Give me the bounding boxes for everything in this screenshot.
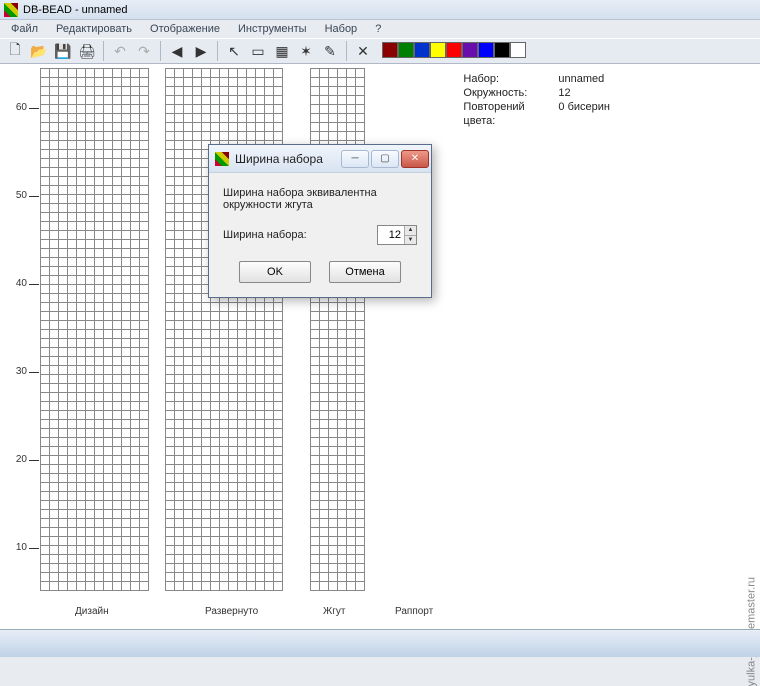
- info-panel: Набор:unnamed Окружность:12 Повторений ц…: [463, 72, 610, 128]
- spin-down-icon[interactable]: ▼: [404, 236, 416, 245]
- dialog-field-label: Ширина набора:: [223, 229, 377, 241]
- palette-swatch-3[interactable]: [430, 42, 446, 58]
- label-design: Дизайн: [75, 606, 109, 617]
- ruler-mark: 20: [16, 454, 27, 465]
- undo-icon: ↶: [109, 40, 131, 62]
- menu-view[interactable]: Отображение: [142, 21, 228, 37]
- separator: [103, 41, 104, 61]
- app-title: DB-BEAD - unnamed: [23, 4, 128, 16]
- clear-icon[interactable]: ✕: [352, 40, 374, 62]
- fill-icon[interactable]: ▦: [271, 40, 293, 62]
- label-expanded: Развернуто: [205, 606, 258, 617]
- dialog-titlebar[interactable]: Ширина набора ─ ▢ ✕: [209, 145, 431, 173]
- separator: [160, 41, 161, 61]
- label-rope: Жгут: [323, 606, 345, 617]
- redo-icon: ↷: [133, 40, 155, 62]
- menu-set[interactable]: Набор: [317, 21, 366, 37]
- width-spinner: ▲ ▼: [377, 225, 417, 245]
- palette-swatch-1[interactable]: [398, 42, 414, 58]
- toolbar: 🗋 📂 💾 🖨 ↶ ↷ ◀ ▶ ↖ ▭ ▦ ✶ ✎ ✕: [0, 38, 760, 64]
- new-icon[interactable]: 🗋: [4, 40, 26, 62]
- minimize-button[interactable]: ─: [341, 150, 369, 168]
- close-button[interactable]: ✕: [401, 150, 429, 168]
- rotate-right-icon[interactable]: ▶: [190, 40, 212, 62]
- label-rapport: Раппорт: [395, 606, 433, 617]
- info-rep-label: Повторений цвета:: [463, 100, 558, 128]
- info-set-label: Набор:: [463, 72, 558, 86]
- info-set-value: unnamed: [558, 72, 604, 86]
- dialog-title: Ширина набора: [235, 152, 339, 166]
- width-input[interactable]: [378, 226, 404, 244]
- info-rep-value: 0 бисерин: [558, 100, 610, 128]
- pipette-icon[interactable]: ✎: [319, 40, 341, 62]
- dialog-description: Ширина набора эквивалентна окружности жг…: [223, 187, 417, 211]
- pointer-icon[interactable]: ↖: [223, 40, 245, 62]
- separator: [217, 41, 218, 61]
- menu-tools[interactable]: Инструменты: [230, 21, 315, 37]
- info-circ-value: 12: [558, 86, 570, 100]
- palette-swatch-4[interactable]: [446, 42, 462, 58]
- menu-edit[interactable]: Редактировать: [48, 21, 140, 37]
- cancel-button[interactable]: Отмена: [329, 261, 401, 283]
- width-dialog: Ширина набора ─ ▢ ✕ Ширина набора эквива…: [208, 144, 432, 298]
- taskbar: [0, 629, 760, 657]
- info-circ-label: Окружность:: [463, 86, 558, 100]
- grid-design[interactable]: [40, 68, 149, 591]
- print-icon[interactable]: 🖨: [76, 40, 98, 62]
- ruler-mark: 60: [16, 102, 27, 113]
- select-icon[interactable]: ▭: [247, 40, 269, 62]
- spin-up-icon[interactable]: ▲: [404, 226, 416, 236]
- menubar: Файл Редактировать Отображение Инструмен…: [0, 20, 760, 38]
- app-icon: [4, 3, 18, 17]
- ruler-mark: 10: [16, 542, 27, 553]
- palette-swatch-6[interactable]: [478, 42, 494, 58]
- ruler-mark: 40: [16, 278, 27, 289]
- dialog-icon: [215, 152, 229, 166]
- palette-swatch-7[interactable]: [494, 42, 510, 58]
- ruler: 60 50 40 30 20 10: [0, 64, 30, 629]
- ok-button[interactable]: OK: [239, 261, 311, 283]
- ruler-mark: 30: [16, 366, 27, 377]
- rotate-left-icon[interactable]: ◀: [166, 40, 188, 62]
- separator: [346, 41, 347, 61]
- palette-swatch-0[interactable]: [382, 42, 398, 58]
- ruler-mark: 50: [16, 190, 27, 201]
- palette-swatch-2[interactable]: [414, 42, 430, 58]
- dialog-body: Ширина набора эквивалентна окружности жг…: [209, 173, 431, 255]
- menu-file[interactable]: Файл: [3, 21, 46, 37]
- wand-icon[interactable]: ✶: [295, 40, 317, 62]
- maximize-button[interactable]: ▢: [371, 150, 399, 168]
- palette-swatch-8[interactable]: [510, 42, 526, 58]
- save-icon[interactable]: 💾: [52, 40, 74, 62]
- palette-swatch-5[interactable]: [462, 42, 478, 58]
- titlebar: DB-BEAD - unnamed: [0, 0, 760, 20]
- menu-help[interactable]: ?: [367, 21, 389, 37]
- color-palette: [382, 42, 526, 61]
- open-icon[interactable]: 📂: [28, 40, 50, 62]
